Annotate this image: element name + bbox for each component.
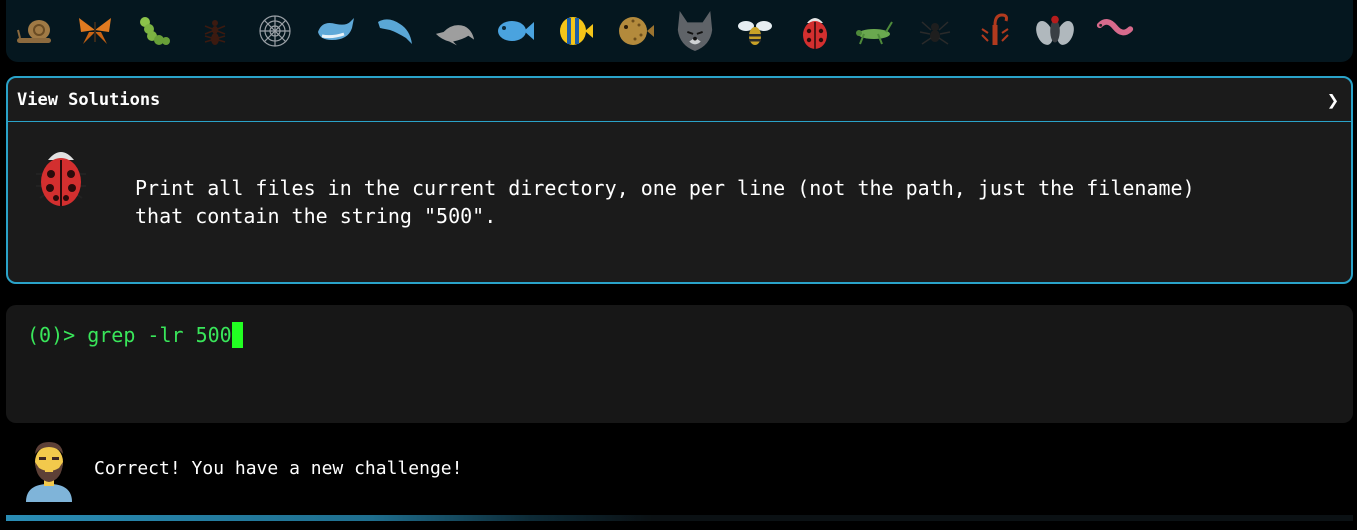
feedback-area: Correct! You have a new challenge!: [0, 438, 1357, 508]
challenge-body: Print all files in the current directory…: [8, 122, 1351, 282]
challenge-text: Print all files in the current directory…: [135, 176, 1195, 228]
dolphin-icon[interactable]: [374, 10, 416, 52]
wolf-icon[interactable]: [674, 10, 716, 52]
progress-bar: [6, 515, 1353, 521]
whale-icon[interactable]: [314, 10, 356, 52]
fish-icon[interactable]: [494, 10, 536, 52]
pufferfish-icon[interactable]: [614, 10, 656, 52]
terminal-prompt: (0)>: [27, 323, 88, 347]
view-solutions-header[interactable]: View Solutions ❯: [8, 78, 1351, 122]
fly-icon[interactable]: [1034, 10, 1076, 52]
feedback-message: Correct! You have a new challenge!: [94, 458, 463, 479]
view-solutions-label: View Solutions: [17, 89, 161, 110]
scorpion-icon[interactable]: [974, 10, 1016, 52]
snail-icon[interactable]: [14, 10, 56, 52]
dolphin-gray-icon[interactable]: [434, 10, 476, 52]
level-icon-bar: [6, 0, 1353, 62]
ant-icon[interactable]: [194, 10, 236, 52]
tropical-fish-icon[interactable]: [554, 10, 596, 52]
caterpillar-icon[interactable]: [134, 10, 176, 52]
terminal-command[interactable]: grep -lr 500: [87, 322, 232, 348]
spider-icon[interactable]: [914, 10, 956, 52]
terminal-input-line[interactable]: (0)> grep -lr 500: [27, 322, 243, 348]
worm-icon[interactable]: [1094, 10, 1136, 52]
butterfly-icon[interactable]: [74, 10, 116, 52]
ladybug-icon: [30, 140, 92, 214]
progress-fill: [6, 515, 815, 521]
ladybug-icon[interactable]: [794, 10, 836, 52]
terminal-cursor: [231, 322, 243, 348]
spider-web-icon[interactable]: [254, 10, 296, 52]
bee-icon[interactable]: [734, 10, 776, 52]
bearded-man-icon: [22, 440, 76, 506]
terminal[interactable]: (0)> grep -lr 500: [6, 305, 1353, 423]
solutions-panel: View Solutions ❯ Print all files in the …: [6, 76, 1353, 284]
chevron-right-icon[interactable]: ❯: [1327, 88, 1339, 112]
cricket-icon[interactable]: [854, 10, 896, 52]
